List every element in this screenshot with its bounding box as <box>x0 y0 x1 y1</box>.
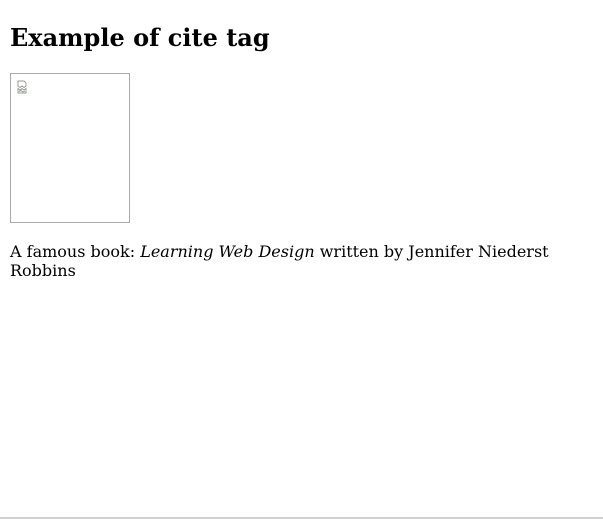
caption-prefix: A famous book: <box>10 242 141 261</box>
book-image-placeholder <box>10 73 130 223</box>
page-heading: Example of cite tag <box>10 23 270 52</box>
broken-image-icon <box>17 79 29 94</box>
book-caption: A famous book: Learning Web Design writt… <box>10 242 595 280</box>
book-title-cite: Learning Web Design <box>140 242 315 261</box>
